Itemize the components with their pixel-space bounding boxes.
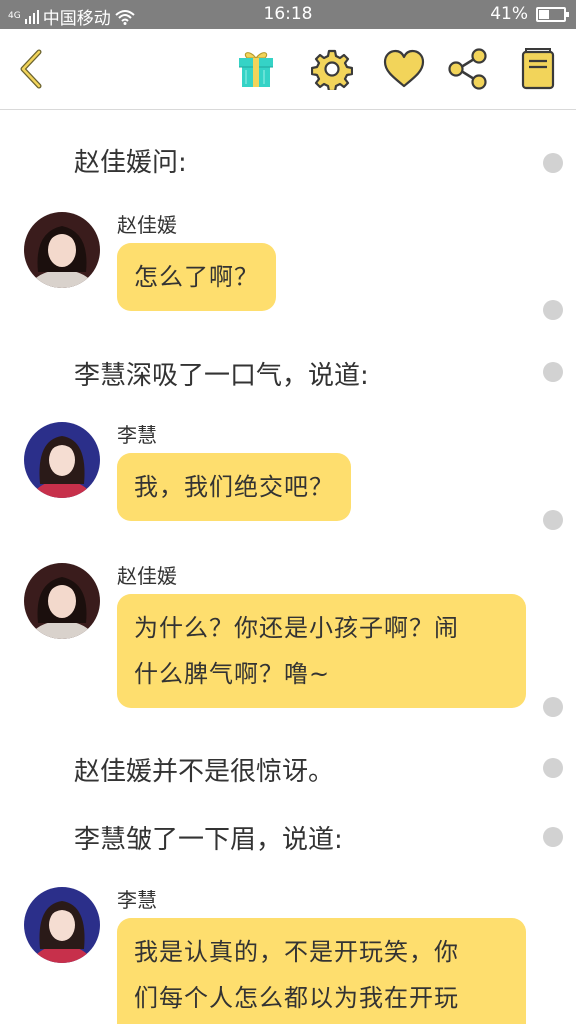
comment-dot[interactable] — [543, 300, 563, 320]
message-text-line: 什么脾气啊？噜~ — [134, 660, 331, 688]
narration-text: 李慧深吸了一口气，说道: — [74, 361, 369, 391]
chat-area[interactable]: 赵佳媛问: 赵佳媛 怎么了啊？ 李慧深吸了一口气，说道: 李慧 我，我们绝交吧？ — [0, 111, 576, 1024]
comment-dot[interactable] — [543, 827, 563, 847]
avatar-photo-icon — [24, 563, 100, 639]
avatar-photo-icon — [24, 887, 100, 963]
message-bubble[interactable]: 怎么了啊？ — [117, 243, 276, 311]
comment-dot[interactable] — [543, 758, 563, 778]
message-text: 我，我们绝交吧？ — [134, 473, 334, 501]
battery-icon — [536, 6, 569, 22]
gift-button[interactable] — [232, 45, 280, 93]
avatar-photo-icon — [24, 212, 100, 288]
avatar[interactable] — [24, 422, 100, 498]
sender-name: 赵佳媛 — [117, 213, 177, 237]
comment-dot[interactable] — [543, 510, 563, 530]
status-bar: 4G 中国移动 16:18 41% — [0, 0, 576, 29]
gift-icon — [239, 52, 273, 87]
comment-dot[interactable] — [543, 153, 563, 173]
message-bubble[interactable]: 我是认真的，不是开玩笑，你 们每个人怎么都以为我在开玩 — [117, 918, 526, 1024]
narration-text: 李慧皱了一下眉，说道: — [74, 825, 343, 855]
reader-toolbar — [0, 29, 576, 110]
comment-dot[interactable] — [543, 697, 563, 717]
back-button[interactable] — [6, 45, 54, 93]
gear-icon — [311, 49, 353, 90]
narration-text: 赵佳媛并不是很惊讶。 — [74, 757, 335, 787]
message-text: 怎么了啊？ — [134, 263, 259, 291]
settings-button[interactable] — [308, 45, 356, 93]
avatar-photo-icon — [24, 422, 100, 498]
bookshelf-button[interactable] — [514, 45, 562, 93]
avatar[interactable] — [24, 563, 100, 639]
message-text-line: 我是认真的，不是开玩笑，你 — [134, 938, 459, 966]
message-bubble[interactable]: 我，我们绝交吧？ — [117, 453, 351, 521]
share-icon — [448, 48, 487, 90]
sender-name: 赵佳媛 — [117, 564, 177, 588]
battery-percent: 41% — [490, 4, 528, 24]
book-icon — [521, 48, 555, 90]
message-bubble[interactable]: 为什么？你还是小孩子啊？闹 什么脾气啊？噜~ — [117, 594, 526, 708]
message-text-line: 为什么？你还是小孩子啊？闹 — [134, 614, 459, 642]
heart-icon — [383, 49, 425, 88]
sender-name: 李慧 — [117, 888, 157, 912]
share-button[interactable] — [444, 45, 492, 93]
favorite-button[interactable] — [380, 45, 428, 93]
comment-dot[interactable] — [543, 362, 563, 382]
back-arrow-icon — [20, 49, 42, 89]
status-bar-right: 41% — [490, 4, 569, 24]
avatar[interactable] — [24, 887, 100, 963]
narration-text: 赵佳媛问: — [74, 148, 187, 178]
battery-level-fill — [539, 9, 549, 19]
message-text-line: 们每个人怎么都以为我在开玩 — [134, 984, 459, 1012]
sender-name: 李慧 — [117, 423, 157, 447]
avatar[interactable] — [24, 212, 100, 288]
